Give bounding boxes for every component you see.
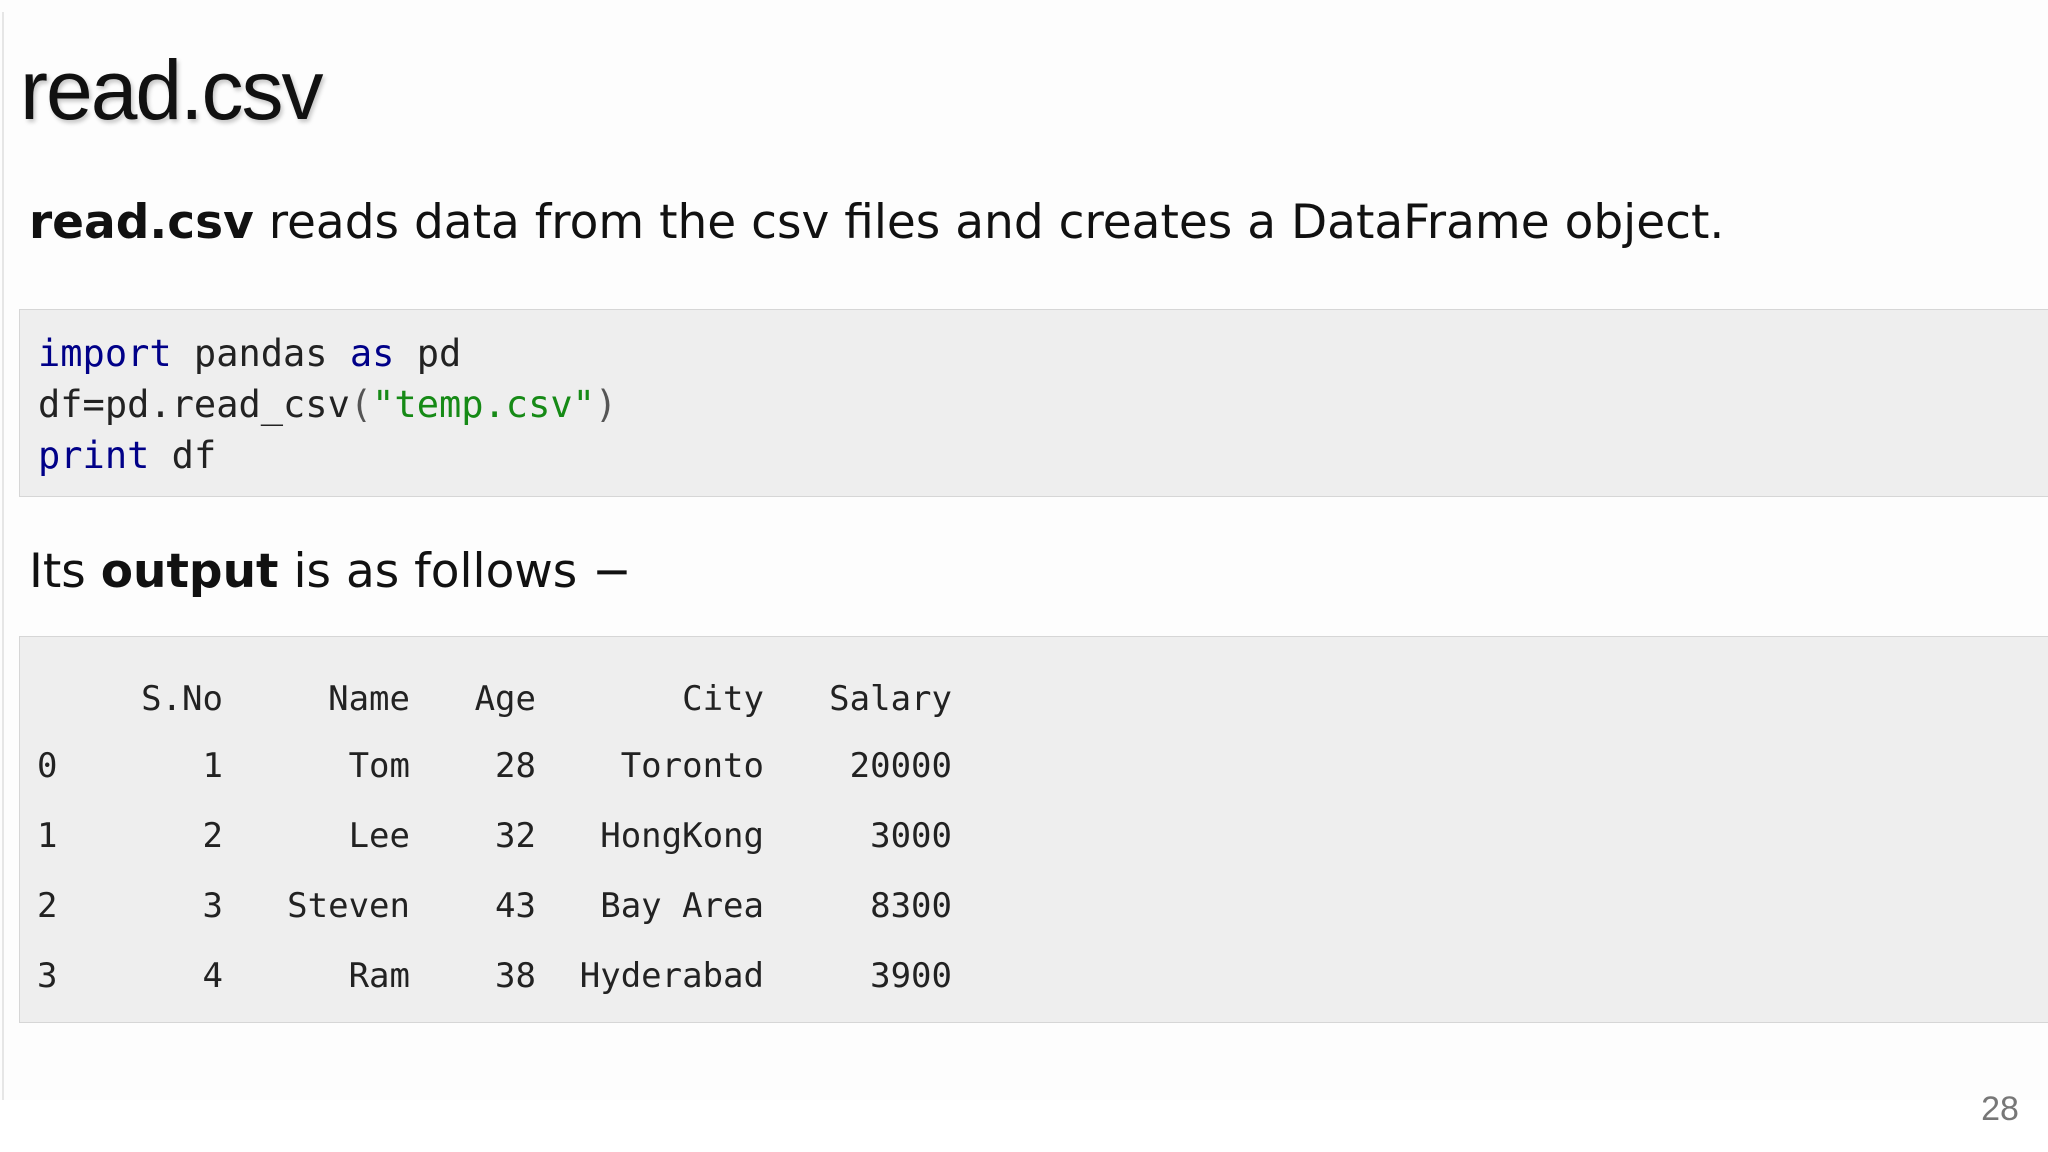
table-cell-sno: 2 [202, 816, 223, 856]
page-number: 28 [1981, 1090, 2019, 1128]
intro-bold-term: read.csv [29, 195, 254, 250]
table-cell-index: 0 [37, 746, 58, 786]
left-border [2, 12, 4, 1100]
column-header-age: Age [474, 679, 536, 719]
table-cell-sno: 4 [202, 956, 223, 996]
table-cell-salary: 3000 [870, 816, 952, 856]
table-cell-name: Ram [348, 956, 410, 996]
table-cell-name: Tom [348, 746, 410, 786]
column-header-index [37, 667, 77, 731]
table-cell-age: 38 [495, 956, 536, 996]
output-intro: Its output is as follows − [29, 540, 632, 604]
table-cell-age: 32 [495, 816, 536, 856]
output-intro-bold: output [100, 544, 279, 599]
code-keyword: as [349, 332, 395, 375]
table-cell-age: 28 [495, 746, 536, 786]
table-cell-sno: 3 [202, 886, 223, 926]
code-keyword: import [38, 332, 172, 375]
dataframe-output-table: S.No Name Age City Salary 0 1 Tom 28 Tor… [37, 667, 952, 1011]
table-cell-name: Lee [348, 816, 410, 856]
table-cell-salary: 8300 [870, 886, 952, 926]
code-text: pd [394, 332, 462, 375]
cut-off-text [65, 1078, 355, 1100]
column-header-salary: Salary [829, 679, 952, 719]
code-line-2: df=pd.read_csv("temp.csv") [38, 379, 617, 430]
intro-text: reads data from the csv files and create… [253, 195, 1725, 250]
slide-title: read.csv [20, 43, 323, 137]
code-string: "temp.csv" [372, 383, 595, 426]
column-header-city: City [682, 679, 764, 719]
table-cell-index: 3 [37, 956, 58, 996]
table-cell-salary: 20000 [849, 746, 952, 786]
code-lines: import pandas as pd df=pd.read_csv("temp.… [38, 328, 617, 481]
table-cell-city: Bay Area [600, 886, 764, 926]
code-paren: ( [349, 383, 373, 426]
table-cell-city: Hyderabad [579, 956, 764, 996]
intro-paragraph: read.csv reads data from the csv files a… [29, 190, 1724, 256]
code-paren: ) [594, 383, 618, 426]
table-row: 1 2 Lee 32 HongKong 3000 [37, 801, 952, 871]
table-row: 3 4 Ram 38 Hyderabad 3900 [37, 941, 952, 1011]
table-cell-city: HongKong [600, 816, 764, 856]
table-cell-index: 2 [37, 886, 58, 926]
output-block: S.No Name Age City Salary 0 1 Tom 28 Tor… [19, 636, 2048, 1023]
output-intro-after: is as follows − [278, 544, 632, 599]
table-row: 2 3 Steven 43 Bay Area 8300 [37, 871, 952, 941]
slide: read.csv read.csv reads data from the cs… [0, 0, 2048, 1100]
code-text: df [149, 434, 217, 477]
table-cell-salary: 3900 [870, 956, 952, 996]
table-header-row: S.No Name Age City Salary [37, 667, 952, 731]
column-header-sno: S.No [141, 679, 223, 719]
table-cell-index: 1 [37, 816, 58, 856]
table-cell-age: 43 [495, 886, 536, 926]
code-line-1: import pandas as pd [38, 328, 617, 379]
code-line-3: print df [38, 430, 617, 481]
table-cell-sno: 1 [202, 746, 223, 786]
code-keyword: print [38, 434, 150, 477]
table-row: 0 1 Tom 28 Toronto 20000 [37, 731, 952, 801]
code-block: import pandas as pd df=pd.read_csv("temp.… [19, 309, 2048, 497]
table-cell-city: Toronto [620, 746, 764, 786]
output-intro-before: Its [29, 544, 101, 599]
column-header-name: Name [328, 679, 410, 719]
code-text: df=pd.read_csv [38, 383, 350, 426]
code-text: pandas [171, 332, 350, 375]
table-cell-name: Steven [287, 886, 410, 926]
